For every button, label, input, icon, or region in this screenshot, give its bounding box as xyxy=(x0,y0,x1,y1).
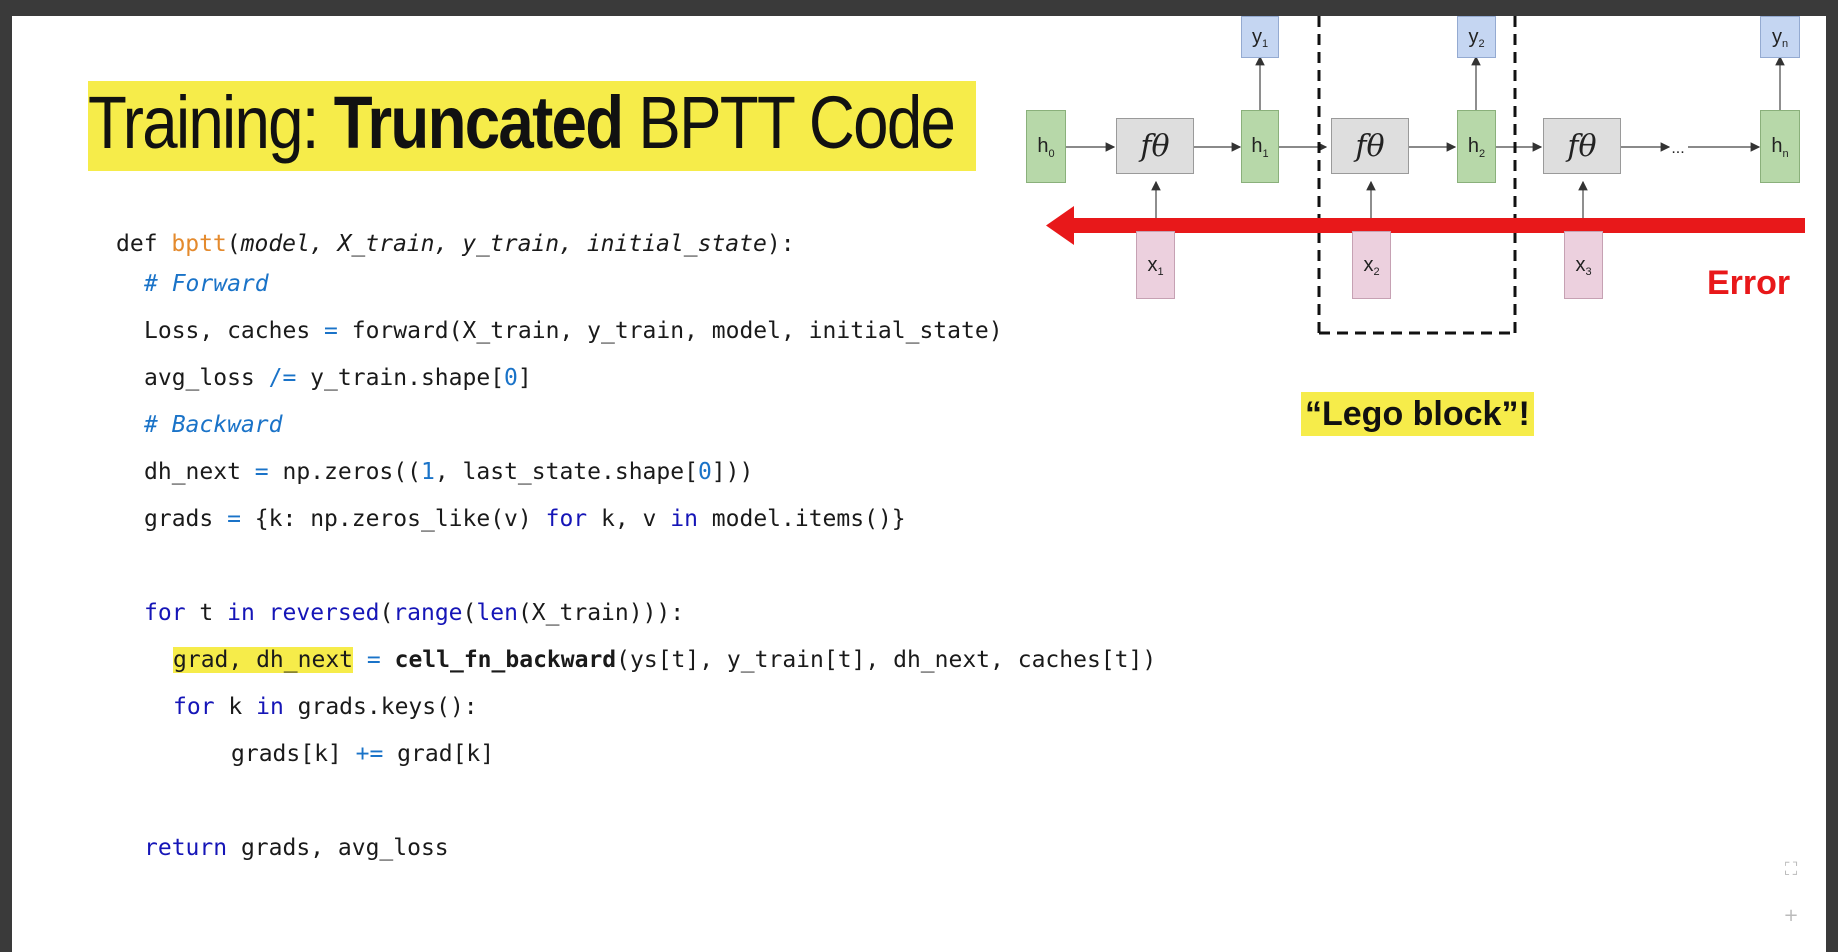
node-y2: y2 xyxy=(1457,16,1496,58)
code-line-1: def bptt(model, X_train, y_train, initia… xyxy=(116,231,795,257)
code-line-10: for k in grads.keys(): xyxy=(173,694,478,720)
code-line-4: avg_loss /= y_train.shape[0] xyxy=(144,365,532,391)
node-x1: x1 xyxy=(1136,231,1175,299)
slide-title-text: Training: Truncated BPTT Code xyxy=(88,81,956,164)
code-line-5: # Backward xyxy=(144,412,283,438)
code-line-8: for t in reversed(range(len(X_train))): xyxy=(144,600,685,626)
rnn-diagram: h0 fθ h1 fθ h2 fθ ... hn x1 x2 x3 y1 y2 … xyxy=(1022,16,1822,356)
code-line-12: return grads, avg_loss xyxy=(144,835,449,861)
node-f-1: fθ xyxy=(1116,118,1194,174)
code-line-9: grad, dh_next = cell_fn_backward(ys[t], … xyxy=(173,647,1157,673)
slide: Training: Truncated BPTT Code def bptt(m… xyxy=(12,16,1826,952)
code-line-7: grads = {k: np.zeros_like(v) for k, v in… xyxy=(144,506,906,532)
node-hn: hn xyxy=(1760,110,1800,183)
node-x3: x3 xyxy=(1564,231,1603,299)
slide-title: Training: Truncated BPTT Code xyxy=(88,81,976,171)
node-f-2: fθ xyxy=(1331,118,1409,174)
code-line-11: grads[k] += grad[k] xyxy=(231,741,495,767)
fullscreen-icon[interactable]: ⛶ xyxy=(1778,856,1804,882)
window-top-bar xyxy=(0,0,1838,16)
node-x2: x2 xyxy=(1352,231,1391,299)
ellipsis: ... xyxy=(1671,140,1685,157)
code-line-3: Loss, caches = forward(X_train, y_train,… xyxy=(144,318,1003,344)
code-line-2: # Forward xyxy=(144,271,269,297)
node-h2: h2 xyxy=(1457,110,1496,183)
node-y1: y1 xyxy=(1241,16,1279,58)
plus-icon[interactable]: + xyxy=(1778,902,1804,928)
diagram-lines xyxy=(1046,16,1805,335)
node-h0: h0 xyxy=(1026,110,1066,183)
node-h1: h1 xyxy=(1241,110,1279,183)
node-f-3: fθ xyxy=(1543,118,1621,174)
error-label: Error xyxy=(1707,264,1791,302)
lego-block-callout: “Lego block”! xyxy=(1301,392,1534,436)
node-yn: yn xyxy=(1760,16,1800,58)
code-line-6: dh_next = np.zeros((1, last_state.shape[… xyxy=(144,459,754,485)
